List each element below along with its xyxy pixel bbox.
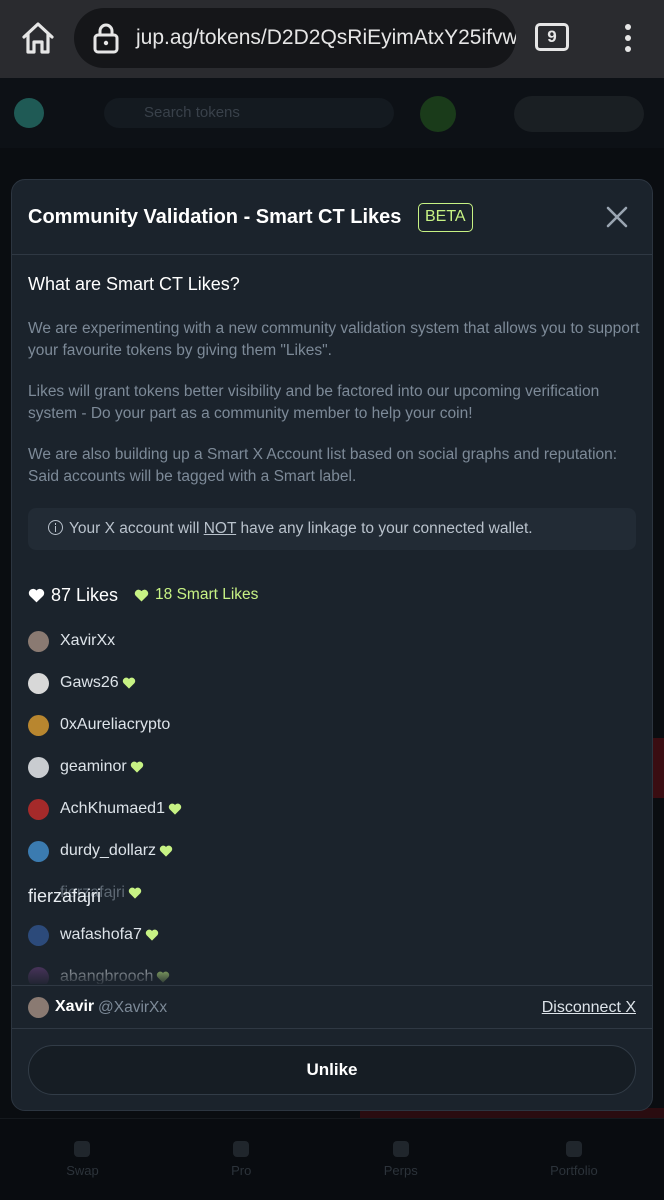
modal-header: Community Validation - Smart CT Likes BE… — [12, 180, 652, 255]
background-button — [420, 96, 456, 132]
smart-heart-icon — [130, 761, 143, 773]
background-search: Search tokens — [104, 98, 394, 128]
background-bottom-nav: Swap Pro Perps Portfolio — [0, 1118, 664, 1200]
lock-icon — [93, 23, 119, 54]
close-icon[interactable] — [604, 204, 630, 230]
avatar — [28, 798, 49, 820]
avatar — [28, 924, 49, 946]
smart-likes-modal: Community Validation - Smart CT Likes BE… — [11, 179, 653, 1111]
username: wafashofa7 — [60, 926, 142, 943]
smart-likes-count: 18 Smart Likes — [155, 586, 259, 603]
list-item[interactable]: durdy_dollarz — [28, 830, 628, 872]
likes-summary: 87 Likes 18 Smart Likes — [28, 583, 258, 607]
section-heading: What are Smart CT Likes? — [28, 274, 240, 294]
nav-pro: Pro — [231, 1141, 251, 1178]
avatar — [28, 630, 49, 652]
browser-toolbar: jup.ag/tokens/D2D2QsRiEyimAtxY25ifvwPv 9 — [0, 0, 664, 78]
smart-heart-icon — [159, 845, 173, 857]
address-bar[interactable]: jup.ag/tokens/D2D2QsRiEyimAtxY25ifvwPv — [74, 8, 516, 68]
url-text: jup.ag/tokens/D2D2QsRiEyimAtxY25ifvwPv — [136, 26, 516, 49]
smart-heart-icon — [122, 677, 135, 689]
info-text-emphasis: NOT — [203, 520, 237, 537]
unlike-button[interactable]: Unlike — [28, 1045, 636, 1095]
avatar — [28, 714, 49, 736]
list-item[interactable]: XavirXx — [28, 620, 628, 662]
home-icon[interactable] — [18, 18, 58, 58]
info-text-end: have any linkage to your connected walle… — [236, 520, 533, 537]
modal-title: Community Validation - Smart CT Likes — [28, 206, 402, 228]
background-wallet — [514, 96, 644, 132]
username: 0xAureliacrypto — [60, 716, 171, 733]
tab-switcher-button[interactable]: 9 — [535, 23, 569, 51]
app-logo — [14, 98, 44, 128]
beta-badge: BETA — [418, 203, 473, 232]
nav-swap: Swap — [66, 1141, 99, 1178]
account-handle: @XavirXx — [98, 999, 168, 1016]
username: AchKhumaed1 — [60, 800, 165, 817]
smart-heart-icon — [168, 803, 182, 815]
disconnect-x-link[interactable]: Disconnect X — [542, 999, 636, 1017]
info-notice: Your X account will NOT have any linkage… — [28, 508, 636, 550]
avatar — [28, 840, 49, 862]
list-item[interactable]: geaminor — [28, 746, 628, 788]
description-paragraph: We are experimenting with a new communit… — [28, 320, 640, 359]
smart-heart-icon — [134, 589, 149, 602]
description-paragraph: Likes will grant tokens better visibilit… — [28, 383, 600, 422]
heart-icon — [28, 588, 45, 602]
list-item[interactable]: Gaws26 — [28, 662, 628, 704]
info-icon — [48, 520, 63, 535]
background-header: Search tokens — [0, 78, 664, 148]
avatar — [28, 997, 49, 1018]
more-menu-icon[interactable] — [618, 20, 638, 56]
list-item[interactable]: AchKhumaed1 — [28, 788, 628, 830]
account-name: Xavir — [55, 998, 95, 1015]
username: Gaws26 — [60, 674, 119, 691]
avatar — [28, 756, 49, 778]
avatar — [28, 672, 49, 694]
connected-account-bar: Xavir @XavirXx Disconnect X — [12, 985, 652, 1029]
likes-count: 87 Likes — [51, 584, 119, 605]
likers-list[interactable]: XavirXx Gaws26 0xAureliacrypto geaminor AchK… — [28, 620, 628, 984]
smart-heart-icon — [128, 887, 142, 899]
description-paragraph: We are also building up a Smart X Accoun… — [28, 446, 618, 485]
username: durdy_dollarz — [60, 842, 157, 859]
nav-perps: Perps — [384, 1141, 418, 1178]
nav-portfolio: Portfolio — [550, 1141, 598, 1178]
list-item[interactable]: fierzafajri — [28, 872, 628, 914]
info-text-start: Your X account will — [69, 520, 204, 537]
list-item[interactable]: 0xAureliacrypto — [28, 704, 628, 746]
list-fade — [28, 958, 628, 984]
list-item[interactable]: wafashofa7 — [28, 914, 628, 956]
username: geaminor — [60, 758, 127, 775]
username: XavirXx — [60, 632, 116, 649]
smart-heart-icon — [145, 929, 159, 941]
overlay-username: fierzafajri — [28, 886, 102, 906]
